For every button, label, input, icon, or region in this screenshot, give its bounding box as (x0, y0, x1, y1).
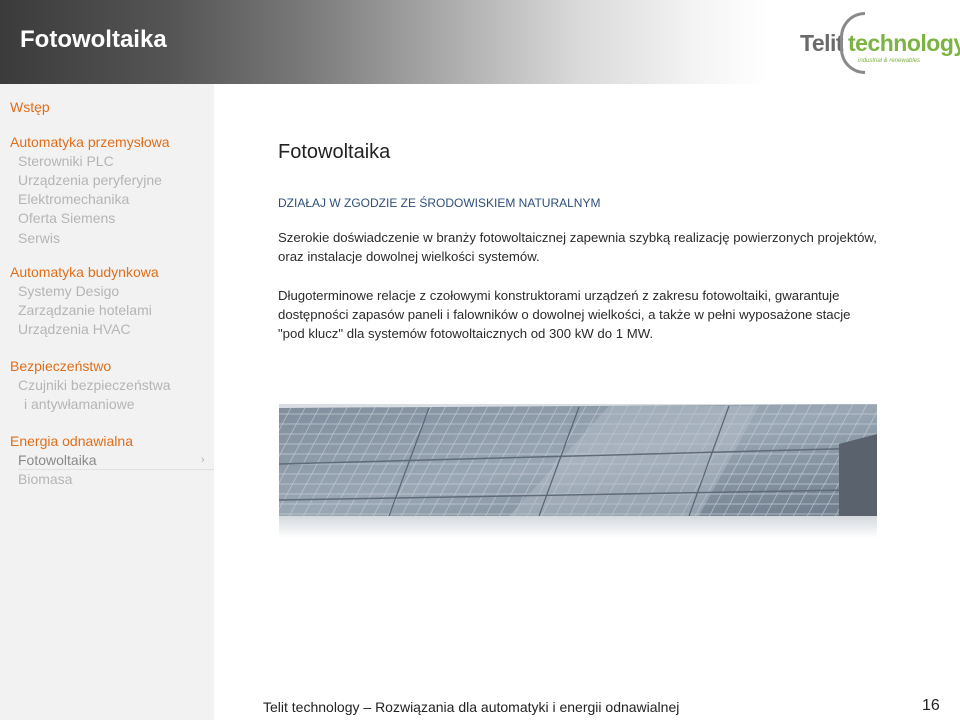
nav-item-hvac[interactable]: Urządzenia HVAC (18, 321, 131, 337)
logo-tagline: industrial & renewables (858, 58, 921, 64)
nav-item-siemens-offer[interactable]: Oferta Siemens (18, 210, 115, 226)
telit-technology-logo: Telit technology industrial & renewables (796, 12, 960, 74)
content-title: Fotowoltaika (278, 141, 391, 163)
content-subheader: DZIAŁAJ W ZGODZIE ZE ŚRODOWISKIEM NATURA… (278, 196, 601, 210)
nav-item-security-sensors-line2[interactable]: i antywłamaniowe (24, 396, 135, 412)
nav-item-service[interactable]: Serwis (18, 230, 60, 246)
page-number: 16 (922, 697, 940, 714)
nav-item-peripherals[interactable]: Urządzenia peryferyjne (18, 172, 162, 188)
paragraph-relations: Długoterminowe relacje z czołowymi konst… (278, 288, 851, 341)
nav-intro[interactable]: Wstęp (10, 99, 50, 115)
header-title: Fotowoltaika (20, 26, 167, 53)
chevron-right-icon: › (201, 454, 205, 466)
logo-telit-text: Telit (800, 30, 844, 56)
photo-reflection (279, 516, 877, 538)
nav-group-industrial-automation[interactable]: Automatyka przemysłowa (10, 134, 170, 150)
logo-technology-text: technology (848, 30, 960, 56)
nav-item-desigo[interactable]: Systemy Desigo (18, 283, 119, 299)
nav-group-building-automation[interactable]: Automatyka budynkowa (10, 264, 159, 280)
footer-caption: Telit technology – Rozwiązania dla autom… (263, 699, 680, 715)
nav-item-biomass[interactable]: Biomasa (18, 471, 72, 487)
slide-header: Fotowoltaika Telit technology industrial… (0, 0, 960, 84)
solar-panels-photo (279, 404, 877, 516)
nav-active-underline (18, 469, 214, 470)
paragraph-experience: Szerokie doświadczenie w branży fotowolt… (278, 230, 877, 264)
nav-item-security-sensors[interactable]: Czujniki bezpieczeństwa (18, 377, 171, 393)
nav-group-security[interactable]: Bezpieczeństwo (10, 358, 111, 374)
nav-item-photovoltaics[interactable]: Fotowoltaika (18, 452, 97, 468)
nav-item-electromechanics[interactable]: Elektromechanika (18, 191, 129, 207)
nav-item-hotel-management[interactable]: Zarządzanie hotelami (18, 302, 152, 318)
nav-group-renewable-energy[interactable]: Energia odnawialna (10, 433, 133, 449)
nav-item-plc[interactable]: Sterowniki PLC (18, 153, 114, 169)
